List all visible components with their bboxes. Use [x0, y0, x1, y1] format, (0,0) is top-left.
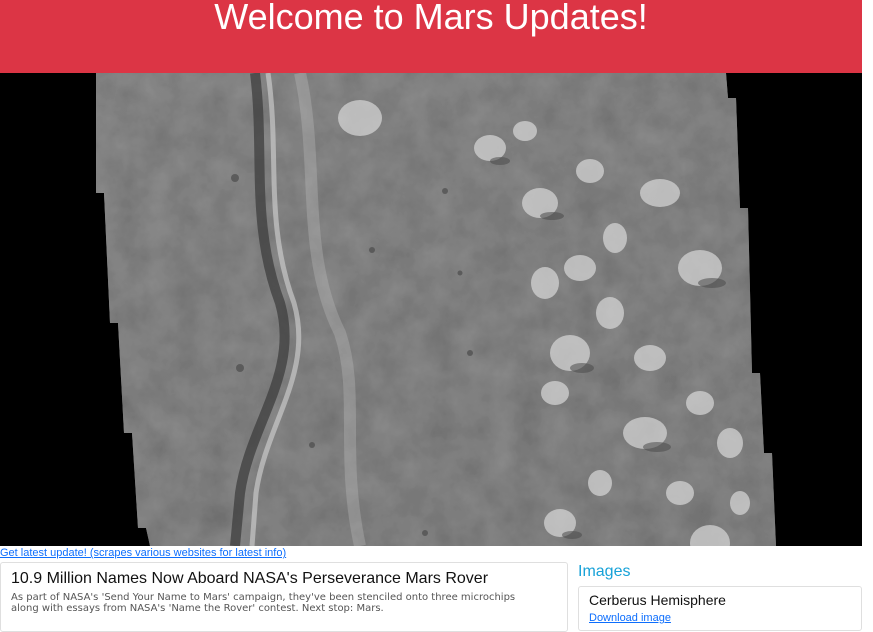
news-card: 10.9 Million Names Now Aboard NASA's Per… [0, 562, 568, 632]
news-title: 10.9 Million Names Now Aboard NASA's Per… [11, 570, 489, 587]
news-paragraph: As part of NASA's 'Send Your Name to Mar… [11, 592, 557, 614]
hemisphere-title: Cerberus Hemisphere [589, 592, 726, 608]
get-latest-update-link[interactable]: Get latest update! (scrapes various webs… [0, 547, 286, 559]
news-paragraph-line: As part of NASA's 'Send Your Name to Mar… [11, 592, 516, 603]
mars-surface-photo [96, 73, 776, 546]
page-title: Welcome to Mars Updates! [214, 0, 648, 37]
hemisphere-image-card: Cerberus Hemisphere Download image [578, 586, 862, 631]
download-image-link[interactable]: Download image [589, 611, 671, 625]
images-heading: Images [578, 563, 631, 580]
mars-surface-image [0, 73, 862, 546]
news-paragraph-line: along with essays from NASA's 'Name the … [11, 603, 384, 614]
header-banner: Welcome to Mars Updates! [0, 0, 862, 73]
